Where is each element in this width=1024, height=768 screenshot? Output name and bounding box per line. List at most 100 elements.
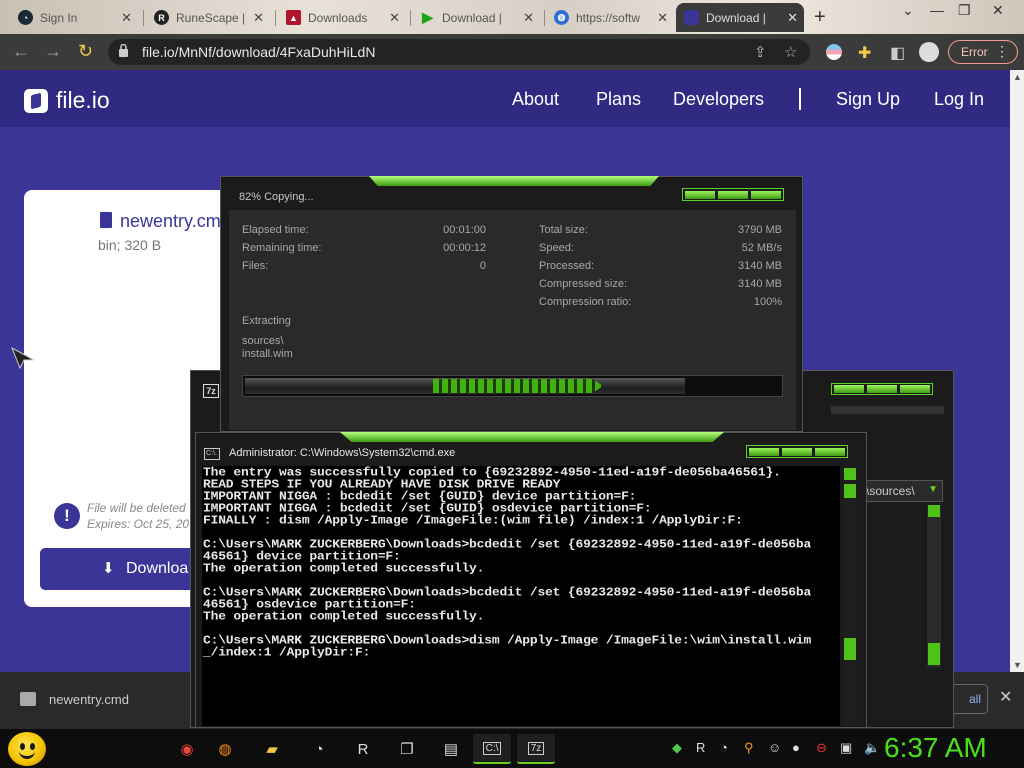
circle-tray-icon[interactable]: ● <box>792 740 800 755</box>
address-bar[interactable]: file.io/MnNf/download/4FxaDuhHiLdN ⇪ ☆ <box>108 39 810 65</box>
stat-label: Remaining time: <box>242 242 322 254</box>
window-controls[interactable] <box>682 188 784 201</box>
close-icon[interactable]: ✕ <box>389 10 400 26</box>
nav-about[interactable]: About <box>512 89 559 110</box>
scroll-up-arrow[interactable] <box>844 468 856 480</box>
nav-log-in[interactable]: Log In <box>934 89 984 110</box>
console-output[interactable]: The entry was successfully copied to {69… <box>202 466 840 726</box>
cmd-taskbar-button[interactable]: C:\ <box>473 734 511 764</box>
url-text: file.io/MnNf/download/4FxaDuhHiLdN <box>142 44 376 60</box>
nav-developers[interactable]: Developers <box>673 89 764 110</box>
chrome-taskbar-button[interactable]: ◉ <box>168 734 206 764</box>
files-taskbar-button[interactable]: ❐ <box>388 734 426 764</box>
downloaded-file[interactable]: newentry.cmd <box>49 692 129 707</box>
scroll-up-arrow[interactable] <box>928 505 940 517</box>
site-logo[interactable]: file.io <box>24 87 110 114</box>
scroll-up-icon[interactable]: ▲ <box>1013 72 1022 82</box>
nav-divider <box>799 88 801 110</box>
window-controls[interactable] <box>831 383 933 395</box>
close-shelf-icon[interactable]: ✕ <box>999 687 1012 707</box>
runescape-icon: R <box>154 10 169 25</box>
side-panel-icon[interactable]: ◧ <box>890 43 905 63</box>
bookmark-star-icon[interactable]: ☆ <box>784 43 797 61</box>
scroll-thumb[interactable] <box>844 484 856 498</box>
restore-button[interactable]: ❐ <box>958 2 971 19</box>
scroll-down-icon[interactable]: ▼ <box>1013 660 1022 670</box>
nav-sign-up[interactable]: Sign Up <box>836 89 900 110</box>
tab-title: Download | <box>442 10 502 25</box>
discord-tray-icon[interactable]: ☺ <box>768 740 781 755</box>
tab-search-chevron-icon[interactable]: ⌄ <box>902 2 914 19</box>
drive-taskbar-button[interactable]: ▤ <box>432 734 470 764</box>
extensions-puzzle-icon[interactable]: ✚ <box>858 43 871 63</box>
console-line: The operation completed successfully. <box>203 609 485 623</box>
stat-label: Total size: <box>539 224 588 236</box>
back-button[interactable]: ← <box>12 41 30 62</box>
stat-label: Files: <box>242 260 269 272</box>
close-icon[interactable]: ✕ <box>657 10 668 26</box>
nav-plans[interactable]: Plans <box>596 89 641 110</box>
tab-download-1[interactable]: ▶ Download | ✕ <box>412 3 540 32</box>
tab-runescape[interactable]: R RuneScape | ✕ <box>146 3 270 32</box>
reload-button[interactable]: ↻ <box>78 41 93 62</box>
current-folder: sources\ <box>242 335 284 347</box>
extension-flag-icon[interactable] <box>826 44 842 60</box>
chevron-down-icon[interactable]: ▼ <box>928 484 938 495</box>
network-tray-icon[interactable]: ◆ <box>672 740 682 756</box>
error-button[interactable]: Error ⋮ <box>948 40 1018 64</box>
search-tray-icon[interactable]: ⚲ <box>744 740 754 756</box>
tab-sign-in[interactable]: ◔ Sign In ✕ <box>10 3 138 32</box>
runescape-tray-icon[interactable]: R <box>696 740 705 755</box>
path-dropdown[interactable]: \sources\ ▼ <box>861 480 943 502</box>
runescape-taskbar-button[interactable]: R <box>344 734 382 764</box>
steam-icon: ◔ <box>18 10 33 25</box>
close-icon[interactable]: ✕ <box>787 10 798 26</box>
scroll-down-arrow[interactable] <box>844 638 856 660</box>
monitor-tray-icon[interactable]: ▣ <box>840 740 852 756</box>
stat-label: Processed: <box>539 260 595 272</box>
start-button[interactable] <box>8 732 46 766</box>
scroll-thumb[interactable] <box>928 643 940 665</box>
lock-icon <box>119 44 128 57</box>
new-tab-button[interactable]: + <box>814 6 826 29</box>
close-icon[interactable]: ✕ <box>121 10 132 26</box>
chrome-icon: ◉ <box>180 741 194 758</box>
progress-chevrons <box>433 379 603 393</box>
path-text: \sources\ <box>866 484 915 498</box>
stat-label: Compression ratio: <box>539 296 632 308</box>
menu-dots-icon[interactable]: ⋮ <box>995 43 1009 60</box>
close-icon[interactable]: ✕ <box>523 10 534 26</box>
title-glow <box>340 432 724 442</box>
steam-tray-icon[interactable]: ◔ <box>720 740 728 755</box>
download-arrow-icon: ⬇ <box>102 560 115 577</box>
share-icon[interactable]: ⇪ <box>754 43 767 61</box>
file-list-scrollbar[interactable] <box>927 505 941 667</box>
stat-value: 00:00:12 <box>443 242 486 254</box>
firefox-taskbar-button[interactable]: ◍ <box>206 734 244 764</box>
explorer-taskbar-button[interactable]: ▰ <box>253 734 291 764</box>
console-scrollbar[interactable] <box>843 466 857 726</box>
folder-icon: ▰ <box>266 741 278 758</box>
clock[interactable]: 6:37 AM <box>884 732 987 764</box>
tab-title: RuneScape | <box>176 10 246 25</box>
window-controls[interactable] <box>746 445 848 458</box>
volume-tray-icon[interactable]: 🔈 <box>864 740 880 756</box>
7zip-taskbar-button[interactable]: 7z <box>517 734 555 764</box>
forward-button[interactable]: → <box>44 41 62 62</box>
tab-softw[interactable]: ◍ https://softw ✕ <box>546 3 674 32</box>
toolbar-strip <box>831 406 944 414</box>
close-icon[interactable]: ✕ <box>253 10 264 26</box>
cmd-icon: C:\. <box>204 448 220 460</box>
tab-download-active[interactable]: Download | ✕ <box>676 3 804 32</box>
stat-label: Speed: <box>539 242 574 254</box>
profile-avatar[interactable] <box>919 42 939 62</box>
page-scrollbar[interactable]: ▲ ▼ <box>1010 70 1024 672</box>
no-entry-tray-icon[interactable]: ⊖ <box>816 740 827 756</box>
browser-toolbar: ← → ↻ file.io/MnNf/download/4FxaDuhHiLdN… <box>0 34 1024 70</box>
steam-taskbar-button[interactable]: ◔ <box>300 734 338 764</box>
minimize-button[interactable]: — <box>930 2 944 18</box>
smiley-eye <box>30 743 35 750</box>
close-window-button[interactable]: ✕ <box>992 2 1004 19</box>
tab-downloads[interactable]: ▲ Downloads ✕ <box>278 3 406 32</box>
current-file: install.wim <box>242 348 293 360</box>
